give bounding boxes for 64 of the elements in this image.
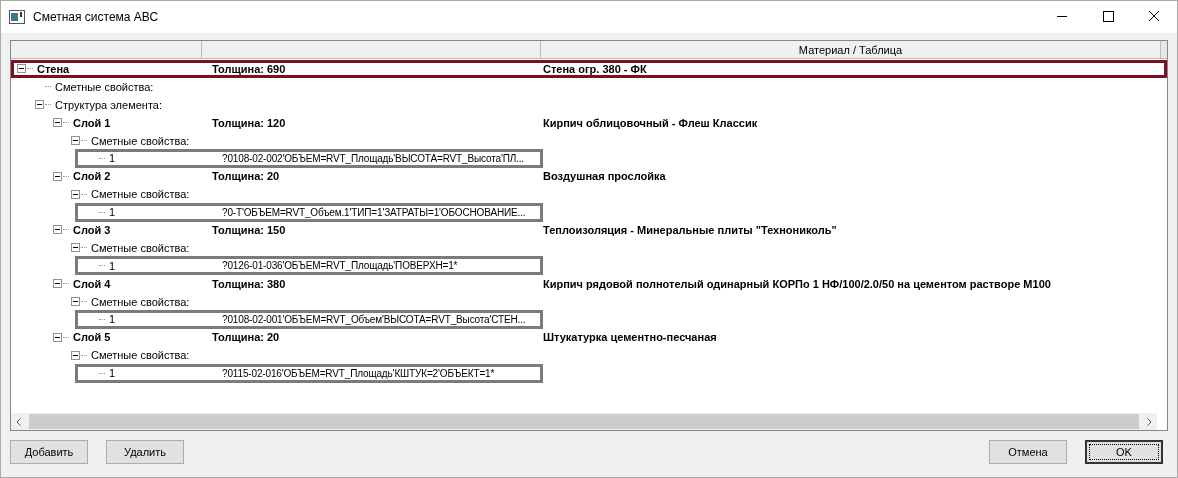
collapse-icon[interactable]	[17, 64, 26, 74]
property-row[interactable]: 1 ?0-Т'ОБЪЕМ=RVT_Объем.1'ТИП=1'ЗАТРАТЫ=1'ОБОСНОВАНИЕ...	[75, 202, 543, 222]
property-row[interactable]: 1 ?0108-02-001'ОБЪЕМ=RVT_Объем'ВЫСОТА=RVT_Высота'СТЕН...	[75, 309, 543, 329]
tree-row[interactable]: Слой 5 Толщина: 20 Штукатурка цементно-песчаная	[11, 328, 1167, 347]
collapse-icon[interactable]	[71, 136, 80, 145]
collapse-icon[interactable]	[35, 100, 44, 110]
collapse-icon[interactable]	[53, 118, 62, 128]
dialog-button[interactable]: Добавить	[10, 440, 88, 464]
property-row[interactable]: 1 ?0108-02-002'ОБЪЕМ=RVT_Площадь'ВЫСОТА=RVT_Высота'ПЛ...	[75, 148, 543, 168]
section-label: Сметные свойства:	[91, 241, 190, 254]
material-text: Воздушная прослойка	[543, 170, 666, 183]
property-code: ?0115-02-016'ОБЪЕМ=RVT_Площадь'КШТУК=2'ОБЪЕКТ=1*	[222, 367, 495, 379]
property-code: ?0108-02-002'ОБЪЕМ=RVT_Площадь'ВЫСОТА=RVT_Высота'ПЛ...	[222, 152, 524, 164]
dialog-button[interactable]: Удалить	[106, 440, 184, 464]
section-label: Сметные свойства:	[91, 134, 190, 147]
property-index: 1	[109, 313, 116, 326]
collapse-icon[interactable]	[53, 279, 62, 289]
thickness-text: Толщина: 20	[211, 331, 281, 344]
property-code: ?0126-01-036'ОБЪЕМ=RVT_Площадь'ПОВЕРХН=1*	[222, 260, 458, 272]
thickness-text: Толщина: 690	[211, 62, 287, 75]
section-label: Сметные свойства:	[91, 188, 190, 201]
element-name: Слой 1	[73, 116, 111, 129]
material-text: Штукатурка цементно-песчаная	[543, 331, 717, 344]
section-label: Сметные свойства:	[55, 80, 154, 93]
element-name: Стена	[37, 62, 70, 75]
collapse-icon[interactable]	[71, 243, 80, 253]
window-title: Сметная система АВС	[33, 10, 159, 24]
property-index: 1	[109, 206, 116, 219]
property-index: 1	[109, 152, 116, 165]
collapse-icon[interactable]	[71, 297, 80, 306]
property-code: ?0108-02-001'ОБЪЕМ=RVT_Объем'ВЫСОТА=RVT_Высота'СТЕН...	[222, 313, 526, 325]
material-text: Кирпич облицовочный - Флеш Классик	[543, 116, 758, 129]
collapse-icon[interactable]	[53, 225, 62, 235]
element-name: Слой 5	[73, 331, 111, 344]
tree-row[interactable]: Слой 3 Толщина: 150 Теплоизоляция - Минеральные плиты "Технониколь"	[11, 221, 1167, 239]
element-name: Слой 3	[73, 223, 111, 236]
property-code: ?0-Т'ОБЪЕМ=RVT_Объем.1'ТИП=1'ЗАТРАТЫ=1'ОБОСНОВАНИЕ...	[222, 206, 526, 218]
element-name: Слой 2	[73, 170, 111, 183]
property-row[interactable]: 1 ?0126-01-036'ОБЪЕМ=RVT_Площадь'ПОВЕРХН=1*	[75, 256, 543, 276]
element-name: Слой 4	[73, 277, 111, 290]
section-label: Структура элемента:	[55, 98, 162, 111]
collapse-icon[interactable]	[53, 332, 62, 342]
collapse-icon[interactable]	[71, 189, 80, 199]
tree-row[interactable]: Слой 1 Толщина: 120 Кирпич облицовочный - Флеш Классик	[11, 113, 1167, 132]
material-text: Теплоизоляция - Минеральные плиты "Технониколь"	[543, 223, 837, 236]
thickness-text: Толщина: 20	[211, 170, 281, 183]
property-index: 1	[109, 367, 116, 380]
collapse-icon[interactable]	[53, 171, 62, 181]
section-label: Сметные свойства:	[91, 349, 190, 362]
collapse-icon[interactable]	[71, 350, 80, 360]
thickness-text: Толщина: 380	[211, 277, 287, 290]
thickness-text: Толщина: 120	[211, 116, 287, 129]
tree-row[interactable]: Слой 2 Толщина: 20 Воздушная прослойка	[11, 167, 1167, 186]
dialog-button[interactable]: Отмена	[989, 440, 1067, 464]
tree-row[interactable]: Стена Толщина: 690 Стена огр. 380 - ФК	[11, 60, 1167, 78]
material-text: Стена огр. 380 - ФК	[543, 62, 647, 75]
property-index: 1	[109, 259, 116, 272]
thickness-text: Толщина: 150	[211, 223, 287, 236]
dialog-button[interactable]: OK	[1085, 440, 1163, 464]
app-icon	[9, 10, 25, 24]
section-label: Сметные свойства:	[91, 295, 190, 308]
property-row[interactable]: 1 ?0115-02-016'ОБЪЕМ=RVT_Площадь'КШТУК=2'ОБЪЕКТ=1*	[75, 363, 543, 383]
tree-row[interactable]: Слой 4 Толщина: 380 Кирпич рядовой полнотелый одинарный КОРПо 1 НФ/100/2.0/50 на цементом растворе М100	[11, 274, 1167, 293]
material-text: Кирпич рядовой полнотелый одинарный КОРПо 1 НФ/100/2.0/50 на цементом растворе М100	[543, 277, 1051, 290]
